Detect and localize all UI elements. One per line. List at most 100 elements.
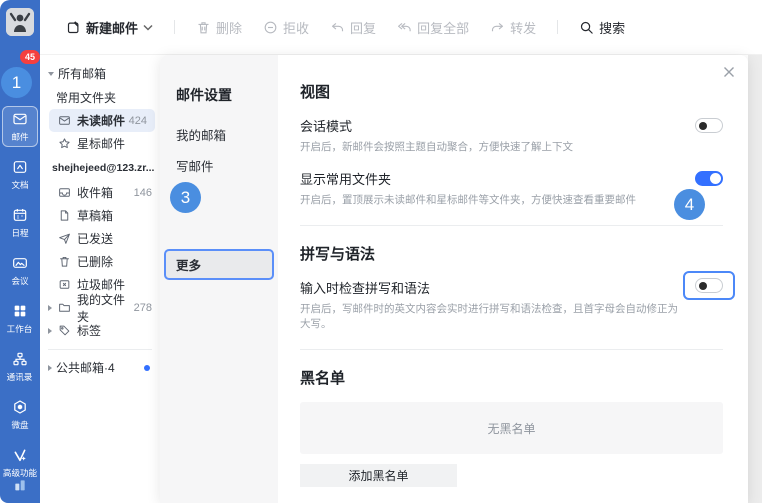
- folder-label: 标签: [77, 322, 101, 339]
- account-email[interactable]: shejhejeed@123.zr...: [40, 155, 160, 181]
- reject-label: 拒收: [283, 18, 309, 37]
- folder-label: 草稿箱: [77, 207, 113, 224]
- sent-icon: [58, 232, 71, 245]
- sidebar-item-label: 会议: [11, 274, 28, 286]
- delete-button[interactable]: 删除: [196, 18, 242, 37]
- folder-panel: 所有邮箱 常用文件夹 未读邮件 424 星标邮件 shejhejeed@123.…: [40, 55, 160, 503]
- settings-nav-compose[interactable]: 写邮件: [176, 156, 272, 172]
- settings-title: 邮件设置: [176, 85, 272, 105]
- folder-label: 所有邮箱: [58, 65, 106, 82]
- reply-all-button[interactable]: 回复全部: [397, 18, 469, 37]
- reply-all-label: 回复全部: [417, 18, 469, 37]
- mail-icon: [58, 114, 71, 127]
- toolbar-divider: [174, 20, 175, 34]
- drive-icon: [12, 399, 28, 415]
- section-divider: [300, 349, 723, 350]
- setting-desc: 开启后，写邮件时的英文内容会实时进行拼写和语法检查，且首字母会自动修正为大写。: [300, 301, 683, 331]
- folder-inbox[interactable]: 收件箱 146: [40, 181, 160, 204]
- workbench-icon: [12, 303, 28, 319]
- add-blacklist-button[interactable]: 添加黑名单: [300, 464, 457, 487]
- blacklist-empty-state: 无黑名单: [300, 402, 723, 454]
- folder-all-mailboxes[interactable]: 所有邮箱: [40, 62, 160, 85]
- folder-tags[interactable]: 标签: [40, 319, 160, 342]
- setting-row-spellcheck: 输入时检查拼写和语法 开启后，写邮件时的英文内容会实时进行拼写和语法检查，且首字…: [300, 278, 723, 331]
- sidebar-item-label: 邮件: [11, 130, 28, 142]
- toggle-spellcheck[interactable]: [695, 278, 723, 293]
- sidebar-item-drive[interactable]: 微盘: [2, 394, 38, 435]
- folder-deleted[interactable]: 已删除: [40, 250, 160, 273]
- toggle-conversation-mode[interactable]: [695, 118, 723, 133]
- folder-unread[interactable]: 未读邮件 424: [49, 109, 155, 132]
- sidebar-item-stats[interactable]: [0, 477, 40, 493]
- settings-nav-more[interactable]: 更多: [164, 249, 274, 280]
- setting-title: 会话模式: [300, 116, 573, 135]
- search-label: 搜索: [599, 18, 625, 37]
- folder-label: 公共邮箱·4: [56, 359, 115, 376]
- meeting-icon: [12, 255, 28, 271]
- settings-nav-hidden-item[interactable]: [176, 218, 272, 234]
- folder-count: 278: [134, 302, 152, 314]
- avatar-image: [6, 8, 34, 36]
- reply-button[interactable]: 回复: [330, 18, 376, 37]
- contacts-icon: [12, 351, 28, 367]
- search-icon: [579, 20, 594, 35]
- section-title-spelling: 拼写与语法: [300, 243, 723, 264]
- unread-count-badge: 45: [20, 50, 40, 64]
- toolbar: 新建邮件 删除 拒收 回复 回复: [40, 0, 762, 55]
- toggle-show-common-folders[interactable]: [695, 171, 723, 186]
- setting-desc: 开启后，新邮件会按照主题自动聚合，方便快速了解上下文: [300, 139, 573, 154]
- section-title-blacklist: 黑名单: [300, 367, 723, 388]
- sidebar-item-label: 文档: [11, 178, 28, 190]
- section-divider: [300, 225, 723, 226]
- compose-icon: [66, 20, 81, 35]
- section-title-view: 视图: [300, 81, 723, 102]
- folder-drafts[interactable]: 草稿箱: [40, 204, 160, 227]
- forward-icon: [490, 20, 505, 35]
- search-button[interactable]: 搜索: [579, 18, 625, 37]
- setting-title: 输入时检查拼写和语法: [300, 278, 683, 297]
- folder-public-mailbox[interactable]: 公共邮箱·4: [40, 356, 160, 379]
- sidebar-item-meeting[interactable]: 会议: [2, 250, 38, 291]
- delete-label: 删除: [216, 18, 242, 37]
- annotation-badge-4: 4: [674, 189, 705, 220]
- mail-icon: [12, 111, 28, 127]
- docs-icon: [12, 159, 28, 175]
- folder-label: 星标邮件: [77, 135, 125, 152]
- spam-icon: [58, 278, 71, 291]
- advanced-icon: [12, 447, 28, 463]
- close-icon[interactable]: [720, 63, 738, 81]
- collapse-icon: [48, 72, 54, 76]
- folder-icon: [58, 301, 71, 314]
- forward-button[interactable]: 转发: [490, 18, 536, 37]
- sidebar-item-label: 微盘: [11, 418, 28, 430]
- forward-label: 转发: [510, 18, 536, 37]
- sidebar-item-label: 通讯录: [7, 370, 33, 382]
- folder-my-folders[interactable]: 我的文件夹 278: [40, 296, 160, 319]
- chevron-down-icon: [143, 24, 153, 31]
- reply-all-icon: [397, 20, 412, 35]
- annotation-badge-1: 1: [1, 67, 32, 98]
- sidebar-item-docs[interactable]: 文档: [2, 154, 38, 195]
- compose-button[interactable]: 新建邮件: [66, 18, 153, 37]
- folder-label: 已删除: [77, 253, 113, 270]
- star-icon: [58, 137, 71, 150]
- reply-icon: [330, 20, 345, 35]
- reply-label: 回复: [350, 18, 376, 37]
- tag-icon: [58, 324, 71, 337]
- avatar[interactable]: [6, 8, 34, 36]
- sidebar-item-label: 工作台: [7, 322, 33, 334]
- sidebar-item-mail[interactable]: 邮件: [2, 106, 38, 147]
- folder-sent[interactable]: 已发送: [40, 227, 160, 250]
- sidebar-item-contacts[interactable]: 通讯录: [2, 346, 38, 387]
- sidebar-item-label: 日程: [11, 226, 28, 238]
- setting-row-conversation-mode: 会话模式 开启后，新邮件会按照主题自动聚合，方便快速了解上下文: [300, 116, 723, 154]
- settings-nav: 邮件设置 我的邮箱 写邮件 通知 更多: [160, 55, 278, 503]
- sidebar-item-calendar[interactable]: 日程: [2, 202, 38, 243]
- folder-starred[interactable]: 星标邮件: [40, 132, 160, 155]
- sidebar-item-workbench[interactable]: 工作台: [2, 298, 38, 339]
- settings-nav-my-mailbox[interactable]: 我的邮箱: [176, 125, 272, 141]
- trash-icon: [196, 20, 211, 35]
- reject-button[interactable]: 拒收: [263, 18, 309, 37]
- settings-content: 视图 会话模式 开启后，新邮件会按照主题自动聚合，方便快速了解上下文 显示常用文…: [278, 55, 748, 503]
- bar-chart-icon: [12, 477, 28, 493]
